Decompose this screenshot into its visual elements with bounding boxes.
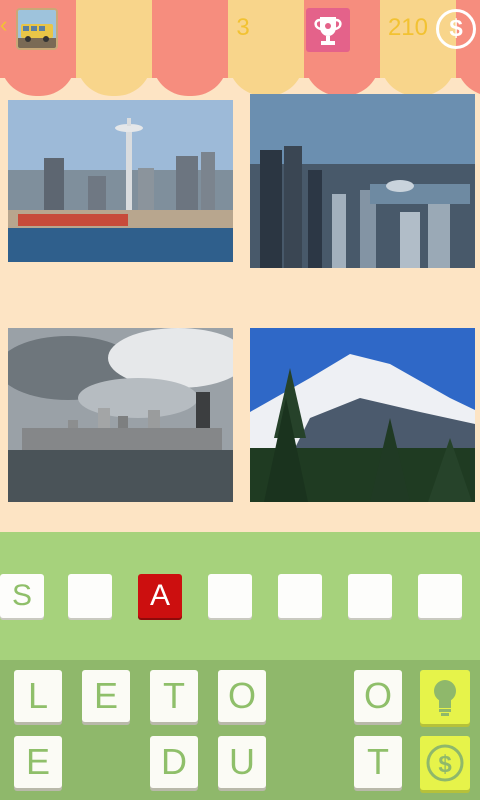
- svg-text:$: $: [438, 751, 452, 778]
- dollar-coin-icon[interactable]: $: [436, 9, 476, 49]
- photo-1[interactable]: [8, 100, 233, 262]
- hint-button[interactable]: [420, 670, 470, 724]
- letter-key[interactable]: T: [354, 736, 402, 788]
- letter-key[interactable]: T: [150, 670, 198, 722]
- photo-2[interactable]: [250, 94, 475, 268]
- downtown-aerial-image: [250, 94, 475, 268]
- buy-hint-button[interactable]: $: [420, 736, 470, 790]
- awning-scallop: [76, 60, 152, 96]
- mountain-image: [250, 328, 475, 502]
- awning-scallop: [380, 60, 456, 96]
- answer-slot[interactable]: [418, 574, 462, 618]
- level-number: 3: [236, 14, 250, 41]
- cloudy-skyline-image: [8, 328, 233, 502]
- photo-3[interactable]: [8, 328, 233, 502]
- dollar-coin-icon: $: [426, 744, 464, 782]
- trophy-icon: [314, 17, 342, 45]
- bus-thumbnail-icon: [18, 10, 56, 48]
- answer-bar: S A: [0, 532, 480, 660]
- awning-scallop: [0, 60, 76, 96]
- letter-key[interactable]: U: [218, 736, 266, 788]
- answer-slot[interactable]: S: [0, 574, 44, 618]
- coin-count: 210: [387, 14, 428, 41]
- awning-scallop: [456, 60, 480, 96]
- letter-key[interactable]: E: [14, 736, 62, 788]
- awning-scallop: [152, 60, 228, 96]
- answer-slot[interactable]: [68, 574, 112, 618]
- letter-keyboard: L E T O O E D U T $: [0, 660, 480, 800]
- letter-key[interactable]: O: [218, 670, 266, 722]
- photo-4[interactable]: [250, 328, 475, 502]
- lightbulb-icon: [434, 680, 456, 716]
- letter-key[interactable]: E: [82, 670, 130, 722]
- chevron-left-icon[interactable]: ‹: [0, 14, 7, 36]
- answer-slot-highlighted[interactable]: A: [138, 574, 182, 618]
- awning-scallop: [304, 60, 380, 96]
- answer-slot[interactable]: [278, 574, 322, 618]
- answer-slot[interactable]: [348, 574, 392, 618]
- letter-key[interactable]: O: [354, 670, 402, 722]
- letter-key[interactable]: D: [150, 736, 198, 788]
- letter-key[interactable]: L: [14, 670, 62, 722]
- awning-scallop: [228, 60, 304, 96]
- space-needle-skyline-image: [8, 100, 233, 262]
- answer-slot[interactable]: [208, 574, 252, 618]
- trophy-button[interactable]: [306, 8, 350, 52]
- level-select-button[interactable]: [16, 8, 58, 50]
